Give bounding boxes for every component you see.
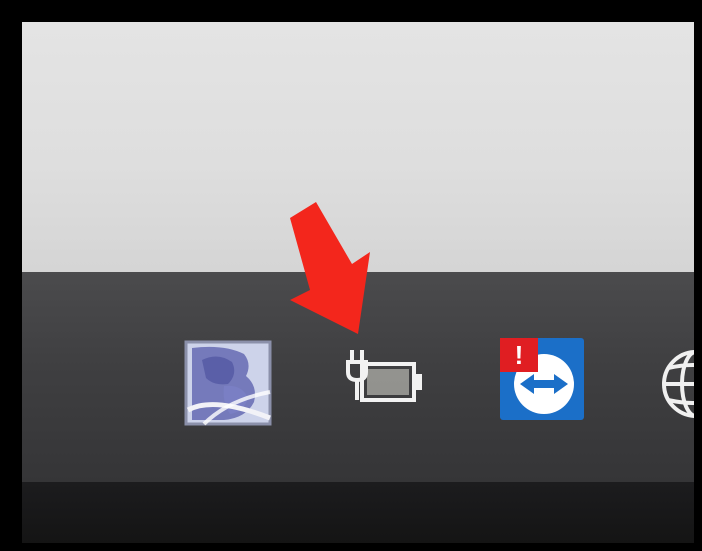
photo-of-monitor: ! (0, 0, 702, 551)
teamviewer-alert-icon[interactable]: ! (498, 336, 588, 422)
language-globe-icon[interactable] (656, 338, 694, 424)
monitor-bezel (22, 482, 694, 543)
battery-plugged-in-icon[interactable] (342, 346, 432, 408)
alert-badge: ! (500, 338, 538, 372)
red-annotation-arrow-icon (278, 194, 398, 342)
network-globe-app-icon[interactable] (184, 340, 274, 426)
alert-badge-text: ! (514, 340, 524, 370)
